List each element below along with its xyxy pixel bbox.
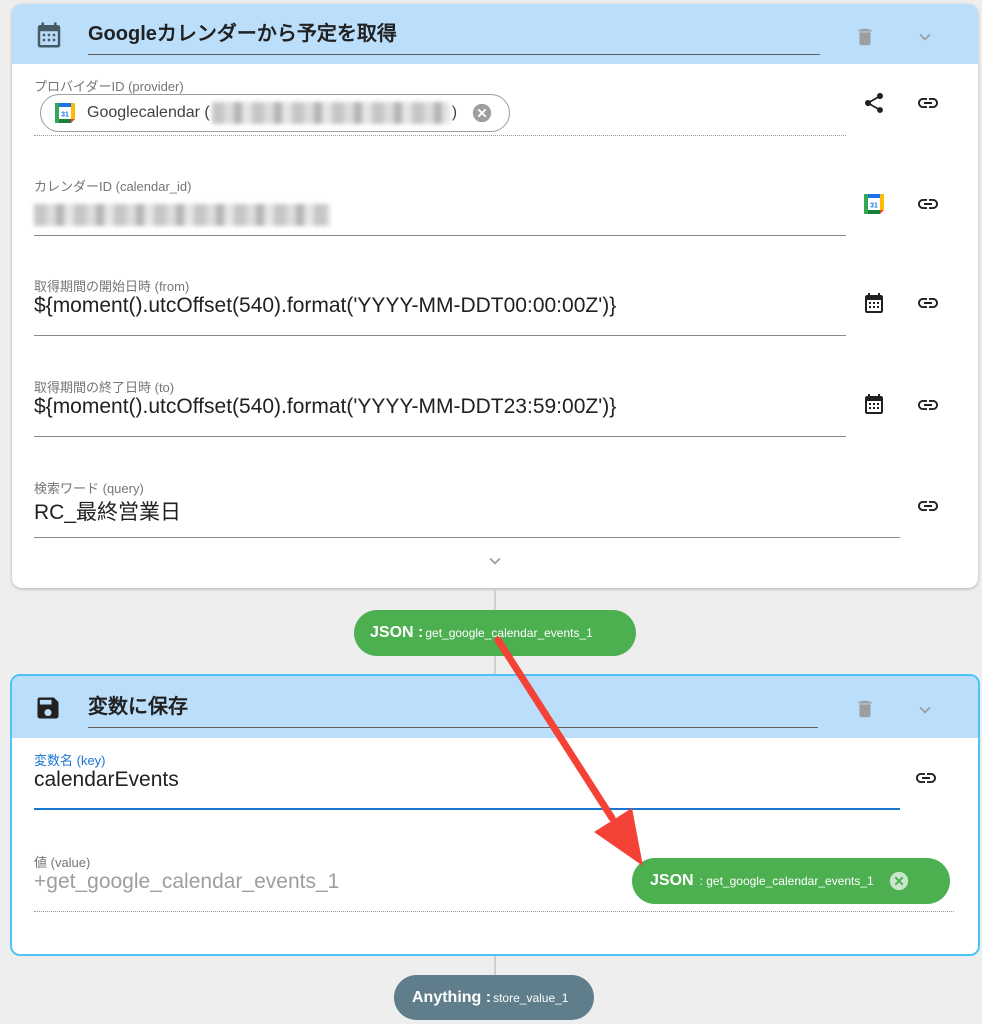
field-label: 取得期間の開始日時 (from) [34,279,190,294]
link-icon[interactable] [916,291,940,315]
calendar-id-field[interactable]: カレンダーID (calendar_id) [34,176,846,236]
query-field[interactable]: 検索ワード (query) RC_最終営業日 [34,478,900,538]
expand-more-icon[interactable] [484,550,506,572]
link-icon[interactable] [916,91,940,115]
field-underline [34,235,846,236]
field-label: 変数名 (key) [34,753,106,768]
store-value-card: 変数に保存 変数名 (key) calendarEvents 値 (value)… [10,674,980,956]
field-value: RC_最終営業日 [34,501,182,524]
svg-text:31: 31 [870,203,878,210]
output-chip[interactable]: Anything : store_value_1 [394,975,594,1020]
calendar-icon[interactable] [862,291,886,315]
chip-name: : get_google_calendar_events_1 [699,874,874,888]
flow-connector [494,588,496,610]
collapse-chevron-icon[interactable] [914,26,936,48]
provider-field: プロバイダーID (provider) 31 Googlecalendar ( … [34,76,846,136]
output-chip[interactable]: JSON : get_google_calendar_events_1 [354,610,636,656]
google-calendar-icon: 31 [55,103,75,123]
chip-name: store_value_1 [493,990,569,1005]
chip-type: Anything : [412,988,492,1006]
collapse-chevron-icon[interactable] [914,699,936,721]
remove-chip-icon[interactable] [471,102,493,124]
remove-chip-icon[interactable] [888,870,910,892]
delete-icon[interactable] [854,696,876,722]
provider-chip[interactable]: 31 Googlecalendar ( ) [40,94,510,132]
field-label: 取得期間の終了日時 (to) [34,380,175,395]
field-underline [34,537,900,538]
share-icon[interactable] [862,91,886,115]
delete-icon[interactable] [854,24,876,50]
flow-connector [494,656,496,674]
field-underline [34,808,900,810]
key-field[interactable]: 変数名 (key) calendarEvents [34,750,900,810]
link-icon[interactable] [916,494,940,518]
field-label: 値 (value) [34,855,91,870]
calendar-icon [37,22,61,48]
card-title[interactable]: Googleカレンダーから予定を取得 [88,21,820,55]
save-icon [37,697,59,719]
field-label: プロバイダーID (provider) [34,79,184,94]
link-icon[interactable] [916,393,940,417]
value-placeholder: +get_google_calendar_events_1 [34,870,340,893]
get-calendar-events-card: Googleカレンダーから予定を取得 プロバイダーID (provider) 3… [12,4,978,588]
from-field[interactable]: 取得期間の開始日時 (from) ${moment().utcOffset(54… [34,276,846,336]
flow-connector [494,956,496,976]
field-underline [34,335,846,336]
card-header: 変数に保存 [12,676,978,738]
chip-type: JSON [650,872,694,889]
link-icon[interactable] [914,766,938,790]
calendar-icon[interactable] [862,392,886,416]
field-label: カレンダーID (calendar_id) [34,179,192,194]
google-calendar-picker-icon[interactable]: 31 [862,192,886,216]
value-chip[interactable]: JSON : get_google_calendar_events_1 [632,858,950,904]
chip-type: JSON : [370,624,424,641]
field-underline [34,436,846,437]
card-title[interactable]: 変数に保存 [88,694,818,728]
card-header: Googleカレンダーから予定を取得 [12,4,978,64]
field-underline [34,911,954,912]
redacted-text [211,102,450,124]
redacted-calendar-id [34,204,330,226]
provider-chip-label: Googlecalendar ( [87,104,210,121]
field-value: calendarEvents [34,768,179,791]
link-icon[interactable] [916,192,940,216]
field-value: ${moment().utcOffset(540).format('YYYY-M… [34,395,617,418]
field-underline [34,135,846,136]
chip-name: get_google_calendar_events_1 [425,626,593,640]
provider-chip-suffix: ) [451,104,458,121]
field-value: ${moment().utcOffset(540).format('YYYY-M… [34,294,617,317]
to-field[interactable]: 取得期間の終了日時 (to) ${moment().utcOffset(540)… [34,377,846,437]
field-label: 検索ワード (query) [34,481,144,496]
svg-text:31: 31 [61,112,69,119]
